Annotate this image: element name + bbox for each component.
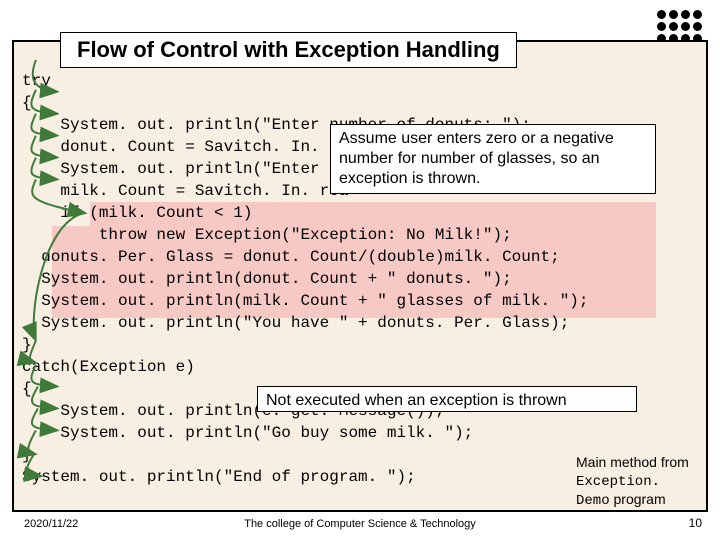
callout-assume: Assume user enters zero or a negative nu… (330, 124, 656, 194)
decorative-dots (657, 10, 702, 43)
slide-body: Flow of Control with Exception Handling … (12, 40, 708, 512)
code-line: System. out. println(donut. Count + " do… (22, 270, 512, 288)
code-line: System. out. println("Enter (22, 160, 320, 178)
page-number: 10 (689, 516, 702, 530)
sidecap-program: program (610, 491, 666, 507)
code-line: try (22, 72, 51, 90)
code-line: System. out. println("End of program. ")… (22, 468, 416, 486)
code-line: { (22, 380, 32, 398)
code-line: { (22, 94, 32, 112)
code-line: } (22, 336, 32, 354)
sidecap-demo: Demo (576, 493, 610, 509)
slide-title: Flow of Control with Exception Handling (60, 32, 517, 68)
code-line: System. out. println("You have " + donut… (22, 314, 569, 332)
code-line: donut. Count = Savitch. In. re (22, 138, 348, 156)
code-block: try { System. out. println("Enter number… (22, 48, 714, 488)
callout-not-executed: Not executed when an exception is thrown (257, 386, 637, 412)
footer-center: The college of Computer Science & Techno… (0, 518, 720, 530)
code-line: } (22, 446, 32, 464)
code-line: donuts. Per. Glass = donut. Count/(doubl… (22, 248, 560, 266)
code-line: System. out. println(milk. Count + " gla… (22, 292, 589, 310)
code-line: catch(Exception e) (22, 358, 195, 376)
code-line: throw new Exception("Exception: No Milk!… (22, 226, 512, 244)
code-line: System. out. println("Go buy some milk. … (22, 424, 473, 442)
code-line: milk. Count = Savitch. In. rea (22, 182, 348, 200)
code-line: if (milk. Count < 1) (22, 204, 252, 222)
